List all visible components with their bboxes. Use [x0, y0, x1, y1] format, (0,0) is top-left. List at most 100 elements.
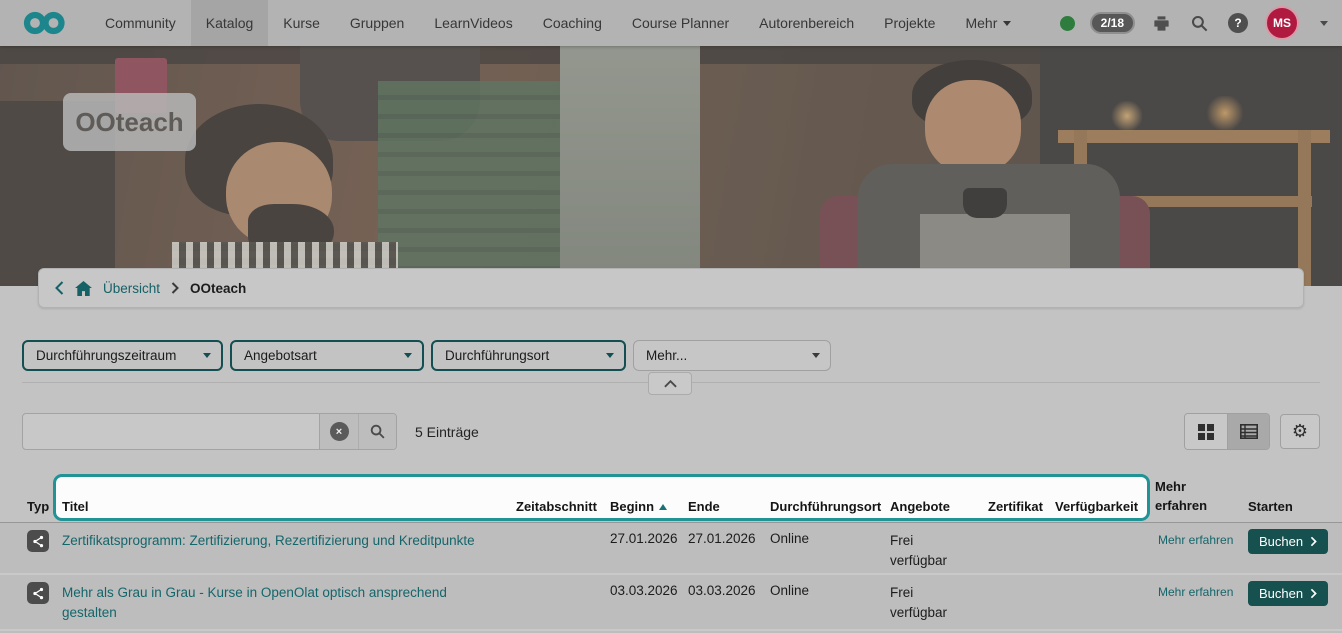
- chevron-down-icon: [203, 353, 211, 358]
- printer-icon: [1152, 14, 1171, 33]
- filter-mehr[interactable]: Mehr...: [633, 340, 831, 371]
- catalog-table: Typ Titel Zeitabschnitt Beginn Ende Durc…: [0, 472, 1342, 633]
- filter-durchfuehrungsort[interactable]: Durchführungsort: [431, 340, 626, 371]
- entries-count: 5 Einträge: [415, 424, 479, 440]
- ort-cell: Online: [770, 583, 809, 598]
- filter-label: Angebotsart: [244, 348, 317, 363]
- collapse-filters-button[interactable]: [648, 372, 692, 395]
- question-icon: [1228, 13, 1248, 33]
- col-zertifikat[interactable]: Zertifikat: [988, 499, 1043, 514]
- online-status-dot: [1060, 16, 1075, 31]
- beginn-cell: 27.01.2026: [610, 531, 678, 546]
- nav-item-course-planner[interactable]: Course Planner: [617, 0, 744, 46]
- mehr-erfahren-link[interactable]: Mehr erfahren: [1158, 533, 1233, 547]
- nav-utilities: 2/18 MS: [1060, 6, 1328, 40]
- user-menu-chevron-down-icon[interactable]: [1320, 21, 1328, 26]
- beginn-cell: 03.03.2026: [610, 583, 678, 598]
- print-button[interactable]: [1150, 12, 1173, 35]
- chevron-up-icon: [664, 380, 677, 388]
- nav-item-katalog[interactable]: Katalog: [191, 0, 268, 46]
- col-typ: Typ: [27, 499, 49, 514]
- col-beginn[interactable]: Beginn: [610, 499, 667, 514]
- col-zeitabschnitt[interactable]: Zeitabschnitt: [516, 499, 597, 514]
- nav-item-projekte[interactable]: Projekte: [869, 0, 950, 46]
- nav-item-mehr[interactable]: Mehr: [950, 0, 1026, 46]
- angebote-cell: Frei verfügbar: [890, 531, 962, 572]
- buchen-label: Buchen: [1259, 534, 1303, 549]
- nav-item-learnvideos[interactable]: LearnVideos: [419, 0, 527, 46]
- breadcrumb-current: OOteach: [190, 281, 246, 296]
- clear-search-button[interactable]: [320, 414, 358, 449]
- help-button[interactable]: [1226, 11, 1250, 35]
- table-header: Typ Titel Zeitabschnitt Beginn Ende Durc…: [0, 472, 1342, 522]
- session-counter-badge: 2/18: [1090, 12, 1135, 34]
- catalog-page: Community Katalog Kurse Gruppen LearnVid…: [0, 0, 1342, 633]
- filter-durchfuehrungszeitraum[interactable]: Durchführungszeitraum: [22, 340, 223, 371]
- list-toolbar: 5 Einträge: [22, 413, 1320, 450]
- angebote-cell: Frei verfügbar: [890, 583, 962, 624]
- course-title-link[interactable]: Mehr als Grau in Grau - Kurse in OpenOla…: [62, 583, 504, 624]
- chevron-left-icon: [55, 281, 64, 295]
- col-starten: Starten: [1248, 499, 1293, 514]
- back-button[interactable]: [55, 281, 64, 295]
- col-mehr-erfahren: Mehr erfahren: [1155, 478, 1217, 516]
- gear-icon: [1292, 423, 1308, 441]
- chevron-right-icon: [1310, 536, 1317, 547]
- mehr-erfahren-link[interactable]: Mehr erfahren: [1158, 585, 1233, 599]
- col-angebote[interactable]: Angebote: [890, 499, 950, 514]
- table-row: Zertifikatsprogramm: Zertifizierung, Rez…: [0, 523, 1342, 575]
- list-icon: [1240, 424, 1258, 439]
- highlight-box: [53, 474, 1150, 521]
- ende-cell: 27.01.2026: [688, 531, 756, 546]
- table-settings-button[interactable]: [1280, 414, 1320, 449]
- chevron-down-icon: [1003, 21, 1011, 26]
- col-beginn-label: Beginn: [610, 499, 654, 514]
- user-avatar[interactable]: MS: [1265, 6, 1299, 40]
- chevron-down-icon: [404, 353, 412, 358]
- nav-item-community[interactable]: Community: [90, 0, 191, 46]
- grid-view-button[interactable]: [1185, 414, 1227, 449]
- ende-cell: 03.03.2026: [688, 583, 756, 598]
- filter-label: Durchführungsort: [445, 348, 549, 363]
- search-input[interactable]: [23, 414, 319, 449]
- nav-item-kurse[interactable]: Kurse: [268, 0, 335, 46]
- breadcrumb: Übersicht OOteach: [38, 268, 1304, 308]
- home-icon[interactable]: [75, 281, 92, 296]
- top-navigation: Community Katalog Kurse Gruppen LearnVid…: [0, 0, 1342, 46]
- course-title-link[interactable]: Zertifikatsprogramm: Zertifizierung, Rez…: [62, 531, 504, 551]
- buchen-button[interactable]: Buchen: [1248, 581, 1328, 606]
- hero-image: OOteach: [0, 46, 1342, 286]
- table-body: Zertifikatsprogramm: Zertifizierung, Rez…: [0, 522, 1342, 633]
- main-menu: Community Katalog Kurse Gruppen LearnVid…: [90, 0, 1026, 46]
- filter-divider: [0, 375, 1342, 403]
- col-titel[interactable]: Titel: [62, 499, 89, 514]
- filter-label: Durchführungszeitraum: [36, 348, 176, 363]
- submit-search-button[interactable]: [358, 414, 396, 449]
- ort-cell: Online: [770, 531, 809, 546]
- nav-item-gruppen[interactable]: Gruppen: [335, 0, 419, 46]
- nav-item-autorenbereich[interactable]: Autorenbereich: [744, 0, 869, 46]
- col-verfuegbarkeit[interactable]: Verfügbarkeit: [1055, 499, 1138, 514]
- nav-item-mehr-label: Mehr: [965, 15, 997, 31]
- buchen-button[interactable]: Buchen: [1248, 529, 1328, 554]
- chevron-down-icon: [812, 353, 820, 358]
- table-row: Mehr als Grau in Grau - Kurse in OpenOla…: [0, 575, 1342, 631]
- search-box: [22, 413, 397, 450]
- col-durchfuehrungsort[interactable]: Durchführungsort: [770, 499, 881, 514]
- col-ende[interactable]: Ende: [688, 499, 720, 514]
- openolat-logo-icon[interactable]: [22, 11, 68, 35]
- curriculum-type-share-icon: [27, 530, 49, 552]
- search-icon: [369, 423, 386, 440]
- breadcrumb-overview-link[interactable]: Übersicht: [103, 281, 160, 296]
- search-icon: [1190, 14, 1209, 33]
- clear-icon: [330, 422, 349, 441]
- filter-bar: Durchführungszeitraum Angebotsart Durchf…: [22, 340, 1342, 371]
- grid-icon: [1198, 424, 1214, 440]
- nav-item-coaching[interactable]: Coaching: [528, 0, 617, 46]
- search-button[interactable]: [1188, 12, 1211, 35]
- filter-angebotsart[interactable]: Angebotsart: [230, 340, 424, 371]
- list-view-button[interactable]: [1227, 414, 1269, 449]
- curriculum-type-share-icon: [27, 582, 49, 604]
- buchen-label: Buchen: [1259, 586, 1303, 601]
- chevron-right-icon: [171, 282, 179, 294]
